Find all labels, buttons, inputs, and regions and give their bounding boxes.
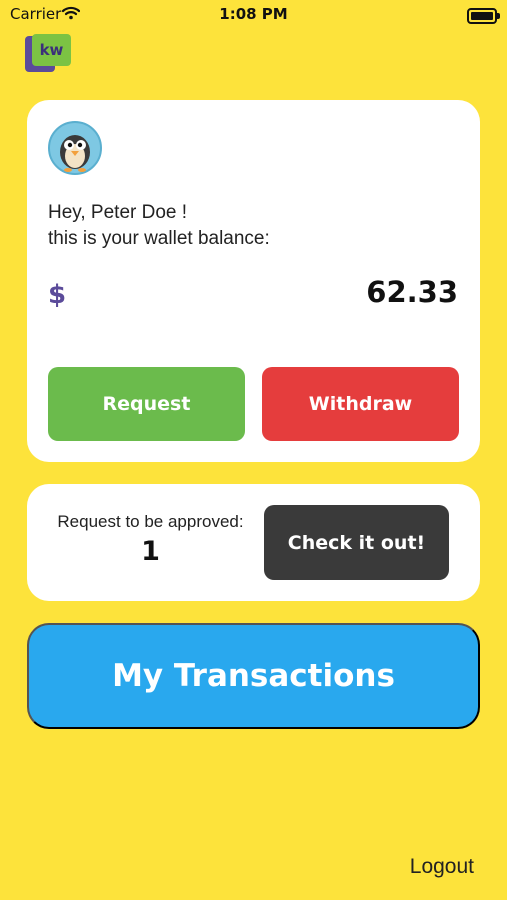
currency-symbol: $ xyxy=(48,280,67,310)
my-transactions-button[interactable]: My Transactions xyxy=(27,623,480,729)
pending-approval-card: Request to be approved: 1 Check it out! xyxy=(27,484,480,601)
battery-icon xyxy=(467,8,500,24)
approval-count: 1 xyxy=(141,536,160,567)
greeting-line-1: Hey, Peter Doe ! xyxy=(48,202,188,223)
status-bar: Carrier 1:08 PM xyxy=(0,0,507,30)
greeting-line-2: this is your wallet balance: xyxy=(48,228,270,249)
logo-text: kw xyxy=(32,34,71,66)
penguin-avatar-icon xyxy=(48,121,102,175)
request-button[interactable]: Request xyxy=(48,367,245,441)
greeting-text: Hey, Peter Doe ! this is your wallet bal… xyxy=(48,200,270,252)
wallet-balance-card: Hey, Peter Doe ! this is your wallet bal… xyxy=(27,100,480,462)
approval-label: Request to be approved: xyxy=(57,512,244,531)
balance-amount: 62.33 xyxy=(366,275,458,309)
status-time: 1:08 PM xyxy=(219,5,288,23)
app-logo: kw xyxy=(25,34,71,72)
withdraw-button[interactable]: Withdraw xyxy=(262,367,459,441)
logout-link[interactable]: Logout xyxy=(410,855,474,879)
check-it-out-button[interactable]: Check it out! xyxy=(264,505,449,580)
